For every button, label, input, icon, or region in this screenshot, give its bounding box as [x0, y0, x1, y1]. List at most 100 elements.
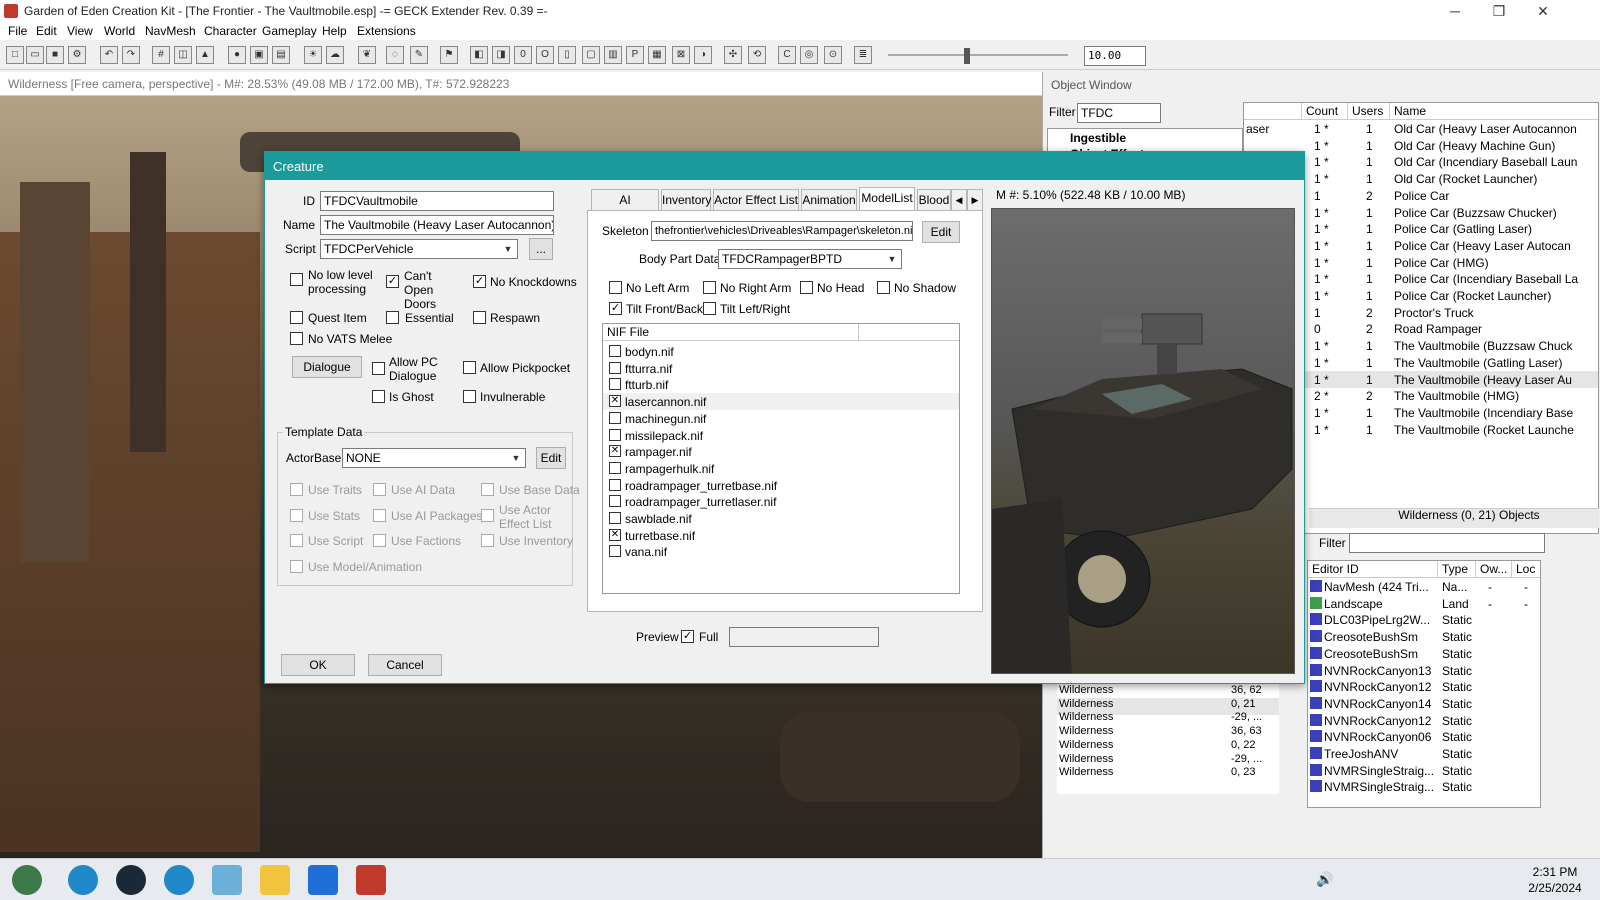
- id-input[interactable]: TFDCVaultmobile: [320, 191, 554, 211]
- o-icon[interactable]: O: [536, 46, 554, 64]
- nif-row[interactable]: roadrampager_turretbase.nif: [603, 477, 959, 494]
- col-count[interactable]: Count: [1302, 103, 1348, 120]
- nif-file-list[interactable]: NIF File bodyn.nif ftturra.nif ftturb.nif ✕…: [602, 323, 960, 594]
- quest-item-checkbox[interactable]: [290, 311, 303, 324]
- redo-icon[interactable]: ↷: [122, 46, 140, 64]
- col-type[interactable]: Type: [1438, 561, 1476, 578]
- col-name[interactable]: Name: [1390, 103, 1598, 120]
- invulnerable-checkbox[interactable]: [463, 390, 476, 403]
- col-loc[interactable]: Loc: [1512, 561, 1540, 578]
- geck-taskbar-icon[interactable]: [356, 865, 386, 895]
- volume-icon[interactable]: 🔊: [1316, 871, 1333, 888]
- save-icon[interactable]: ■: [46, 46, 64, 64]
- close-button[interactable]: ✕: [1520, 0, 1566, 22]
- no-shadow-checkbox[interactable]: [877, 281, 890, 294]
- use-model-animation-checkbox[interactable]: [290, 560, 303, 573]
- nif-row[interactable]: ✕ turretbase.nif: [603, 527, 959, 544]
- target-icon[interactable]: ⊙: [824, 46, 842, 64]
- nif-checkbox[interactable]: ✕: [609, 528, 621, 541]
- nif-checkbox[interactable]: [609, 495, 621, 508]
- use-factions-checkbox[interactable]: [373, 534, 386, 547]
- col-editor-id-ref[interactable]: Editor ID: [1308, 561, 1438, 578]
- use-script-checkbox[interactable]: [290, 534, 303, 547]
- tree-item-ingestible[interactable]: Ingestible: [1070, 131, 1126, 145]
- tab-modellist[interactable]: ModelList: [859, 187, 915, 211]
- tab-scroll-left-icon[interactable]: ◀: [951, 189, 967, 211]
- nif-checkbox[interactable]: [609, 428, 621, 441]
- nif-checkbox[interactable]: ✕: [609, 395, 621, 408]
- reference-row[interactable]: NVNRockCanyon06 Static: [1308, 728, 1540, 745]
- start-icon[interactable]: [12, 865, 42, 895]
- reference-row[interactable]: NVMRSingleStraig... Static: [1308, 762, 1540, 779]
- tab-blood[interactable]: Blood: [917, 189, 951, 211]
- nif-row[interactable]: sawblade.nif: [603, 510, 959, 527]
- patrol-icon[interactable]: ◑: [694, 46, 712, 64]
- object-row[interactable]: aser 1 * 1 Old Car (Heavy Laser Autocannon: [1244, 120, 1598, 137]
- menu-edit[interactable]: Edit: [36, 24, 57, 38]
- lasso-icon[interactable]: ◌: [386, 46, 404, 64]
- allow-pc-dialogue-checkbox[interactable]: [372, 362, 385, 375]
- reference-row[interactable]: NavMesh (424 Tri... Na... - -: [1308, 578, 1540, 595]
- cell-object-list[interactable]: Editor ID Type Ow... Loc NavMesh (424 Tr…: [1307, 560, 1541, 808]
- reference-row[interactable]: NVNRockCanyon13 Static: [1308, 662, 1540, 679]
- open-icon[interactable]: ▭: [26, 46, 44, 64]
- snap-icon[interactable]: ◫: [174, 46, 192, 64]
- arrows-icon[interactable]: ✣: [724, 46, 742, 64]
- name-input[interactable]: The Vaultmobile (Heavy Laser Autocannon): [320, 215, 554, 235]
- nif-checkbox[interactable]: [609, 461, 621, 474]
- reference-row[interactable]: NVNRockCanyon12 Static: [1308, 712, 1540, 729]
- skeleton-input[interactable]: thefrontier\vehicles\Driveables\Rampager…: [651, 221, 913, 241]
- nif-checkbox[interactable]: [609, 545, 621, 558]
- reference-row[interactable]: NVNRockCanyon12 Static: [1308, 678, 1540, 695]
- reference-row[interactable]: CreosoteBushSm Static: [1308, 645, 1540, 662]
- nif-row[interactable]: ftturb.nif: [603, 376, 959, 393]
- restore-button[interactable]: ❐: [1476, 0, 1522, 22]
- drive-icon[interactable]: [308, 865, 338, 895]
- c-icon[interactable]: C: [778, 46, 796, 64]
- sky-icon[interactable]: ☁: [326, 46, 344, 64]
- use-ai-packages-checkbox[interactable]: [373, 509, 386, 522]
- nif-row[interactable]: bodyn.nif: [603, 343, 959, 360]
- nif-row[interactable]: vana.nif: [603, 543, 959, 560]
- no-low-level-checkbox[interactable]: [290, 273, 303, 286]
- reference-row[interactable]: DLC03PipeLrg2W... Static: [1308, 611, 1540, 628]
- cant-open-doors-checkbox[interactable]: ✓: [386, 275, 399, 288]
- no-head-checkbox[interactable]: [800, 281, 813, 294]
- menu-view[interactable]: View: [67, 24, 93, 38]
- nif-row[interactable]: ftturra.nif: [603, 360, 959, 377]
- no-left-arm-checkbox[interactable]: [609, 281, 622, 294]
- slider-thumb[interactable]: [964, 48, 970, 64]
- use-traits-checkbox[interactable]: [290, 483, 303, 496]
- cell-list[interactable]: Wilderness 36, 62 Wilderness 0, 21 Wildernes…: [1057, 684, 1279, 794]
- menu-character[interactable]: Character: [204, 24, 257, 38]
- tab-scroll-right-icon[interactable]: ▶: [967, 189, 983, 211]
- lod-icon[interactable]: ▤: [272, 46, 290, 64]
- nif-row[interactable]: machinegun.nif: [603, 410, 959, 427]
- nif-row[interactable]: missilepack.nif: [603, 427, 959, 444]
- nif-checkbox[interactable]: [609, 478, 621, 491]
- clock-date[interactable]: 2/25/2024: [1520, 881, 1590, 895]
- tilt-left-right-checkbox[interactable]: [703, 302, 716, 315]
- new-icon[interactable]: □: [6, 46, 24, 64]
- no-knockdowns-checkbox[interactable]: ✓: [473, 275, 486, 288]
- camera-speed-field[interactable]: 10.00: [1084, 46, 1146, 66]
- use-stats-checkbox[interactable]: [290, 509, 303, 522]
- tab-inventory[interactable]: Inventory: [661, 189, 711, 211]
- use-inventory-checkbox[interactable]: [481, 534, 494, 547]
- clock-time[interactable]: 2:31 PM: [1520, 865, 1590, 879]
- menu-file[interactable]: File: [8, 24, 27, 38]
- navmesh-icon[interactable]: ▲: [196, 46, 214, 64]
- box-icon[interactable]: ▢: [582, 46, 600, 64]
- nif-checkbox[interactable]: [609, 345, 621, 357]
- occluder-icon[interactable]: ▥: [604, 46, 622, 64]
- col-owner[interactable]: Ow...: [1476, 561, 1512, 578]
- use-ai-data-checkbox[interactable]: [373, 483, 386, 496]
- render-icon[interactable]: ◎: [800, 46, 818, 64]
- no-right-arm-checkbox[interactable]: [703, 281, 716, 294]
- menu-extensions[interactable]: Extensions: [357, 24, 416, 38]
- tab-ai-packages[interactable]: AI Packages: [591, 189, 659, 227]
- nif-row[interactable]: ✕ rampager.nif: [603, 443, 959, 460]
- menu-world[interactable]: World: [104, 24, 135, 38]
- leaf-icon[interactable]: ❦: [358, 46, 376, 64]
- p-icon[interactable]: P: [626, 46, 644, 64]
